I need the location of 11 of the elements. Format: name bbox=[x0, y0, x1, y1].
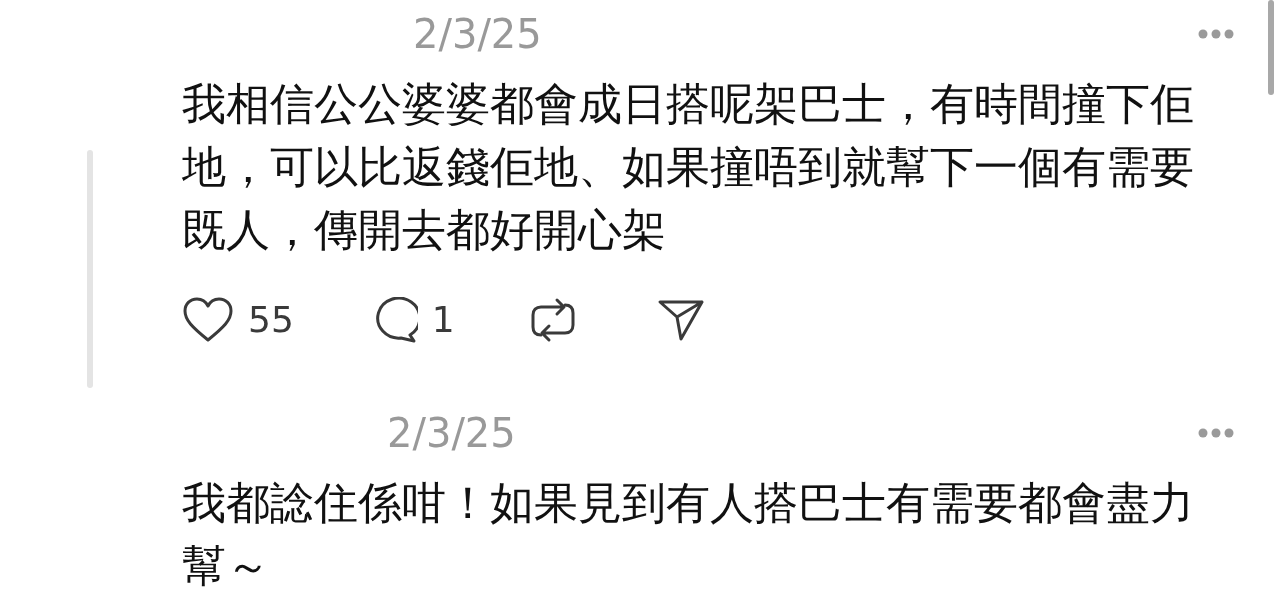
post-date: 2/3/25 bbox=[387, 409, 516, 457]
action-count: 55 bbox=[248, 298, 294, 342]
more-options-icon[interactable] bbox=[1198, 29, 1234, 39]
post-date: 2/3/25 bbox=[413, 10, 542, 58]
comment-text: 我都諗住係咁！如果見到有人搭巴士有需要都會盡力幫～ bbox=[182, 476, 1195, 593]
scrollbar[interactable] bbox=[1268, 0, 1274, 95]
comment-text: 我相信公公婆婆都會成日搭呢架巴士，有時間撞下佢地，可以比返錢佢地、如果撞唔到就幫下一個有需要既人，傳開去都好開心架 bbox=[182, 77, 1195, 257]
action-count: 1 bbox=[431, 298, 455, 342]
more-options-icon[interactable] bbox=[1198, 428, 1234, 438]
send-icon[interactable] bbox=[656, 298, 705, 342]
heart-icon[interactable] bbox=[182, 297, 234, 343]
